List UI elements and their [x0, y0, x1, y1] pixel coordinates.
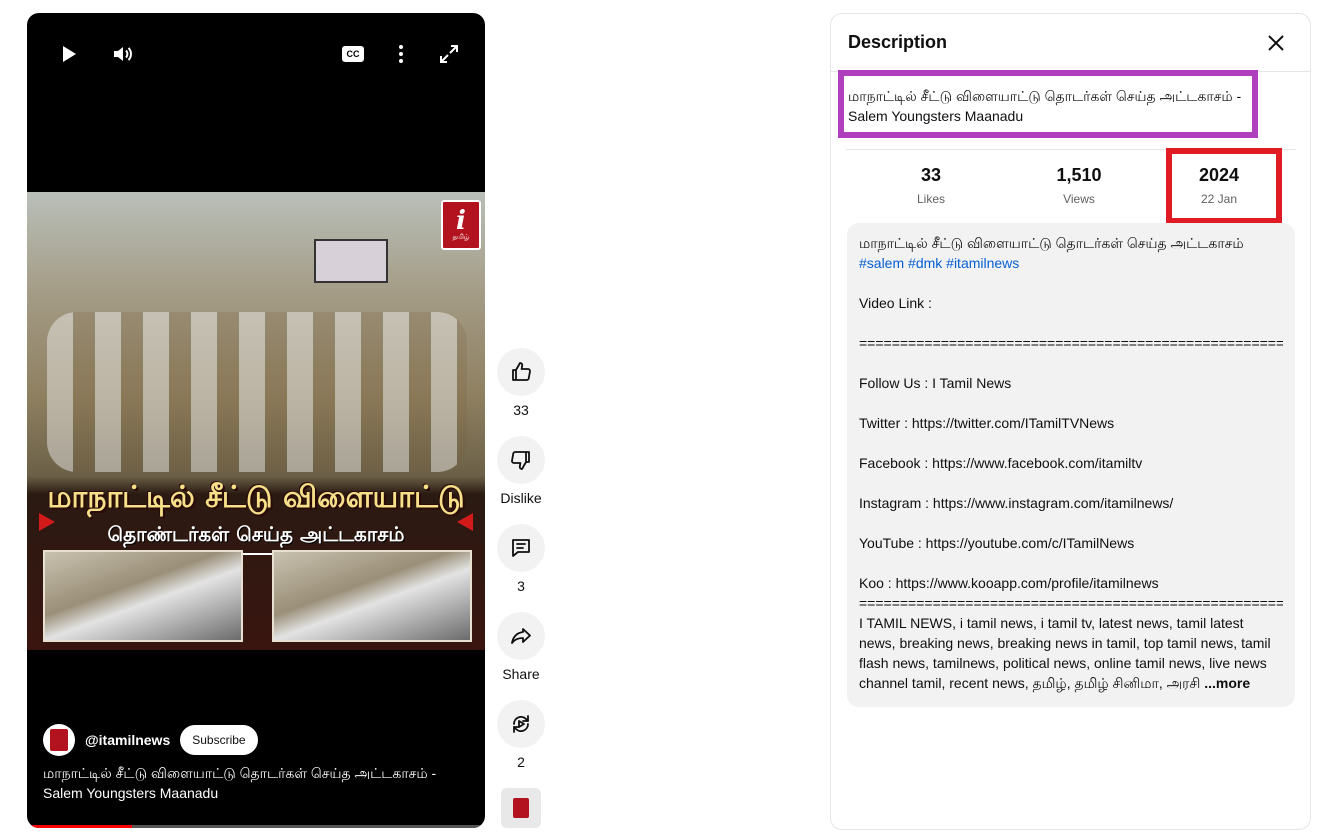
comment-icon [512, 539, 530, 557]
share-icon [511, 628, 531, 644]
remix-icon [513, 715, 529, 733]
more-vert-icon[interactable] [388, 41, 414, 67]
like-button[interactable] [497, 348, 545, 396]
video-link-line: Video Link : [859, 295, 932, 311]
follow-line: Follow Us : I Tamil News [859, 375, 1012, 391]
views-value: 1,510 [1056, 165, 1102, 185]
dislike-action: Dislike [497, 436, 545, 506]
hashtag-dmk[interactable]: #dmk [908, 255, 942, 271]
inset-photo-left [43, 550, 243, 642]
keywords-line: I TAMIL NEWS, i tamil news, i tamil tv, … [859, 613, 1283, 693]
share-label: Share [502, 666, 540, 682]
like-count: 33 [513, 402, 529, 418]
youtube-line[interactable]: YouTube : https://youtube.com/c/ITamilNe… [859, 533, 1283, 553]
share-button[interactable] [497, 612, 545, 660]
shorts-player[interactable]: CC i தமிழ் மாநாட்டில் சீட்டு விளையாட்டு … [27, 13, 485, 828]
channel-thumbnail[interactable] [501, 788, 541, 828]
panel-title: Description [848, 32, 948, 52]
koo-line[interactable]: Koo : https://www.kooapp.com/profile/ita… [859, 573, 1283, 593]
views-stat: 1,510 Views [1024, 165, 1134, 206]
crowd-scene [47, 312, 467, 472]
comments-button[interactable] [497, 524, 545, 572]
video-frame: i தமிழ் மாநாட்டில் சீட்டு விளையாட்டு தொண… [27, 192, 485, 650]
progress-fill [27, 825, 133, 828]
channel-handle[interactable]: @itamilnews [85, 732, 170, 748]
likes-label: Likes [916, 192, 945, 206]
description-body[interactable]: மாநாட்டில் சீட்டு விளையாட்டு தொடர்கள் செ… [847, 223, 1295, 707]
like-action: 33 [497, 348, 545, 418]
channel-watermark-logo: i தமிழ் [441, 200, 481, 250]
dislike-button[interactable] [497, 436, 545, 484]
share-action: Share [497, 612, 545, 682]
volume-icon[interactable] [110, 41, 136, 67]
more-button[interactable]: ...more [1204, 675, 1250, 691]
comment-count: 3 [517, 578, 525, 594]
separator-line-2: ========================================… [859, 595, 1283, 611]
facebook-line[interactable]: Facebook : https://www.facebook.com/itam… [859, 453, 1283, 473]
description-panel: Description மாநாட்டில் சீட்டு விளையாட்டு… [830, 13, 1311, 830]
description-first-line: மாநாட்டில் சீட்டு விளையாட்டு தொடர்கள் செ… [859, 233, 1283, 273]
progress-bar[interactable] [27, 825, 485, 828]
play-icon[interactable] [55, 41, 81, 67]
video-title[interactable]: மாநாட்டில் சீட்டு விளையாட்டு தொடர்கள் செ… [43, 763, 443, 803]
cc-label: CC [346, 49, 360, 59]
remix-button[interactable] [497, 700, 545, 748]
date-highlight-box [1166, 148, 1282, 224]
thumbs-up-icon [512, 362, 531, 381]
close-icon[interactable] [1264, 31, 1288, 55]
views-label: Views [1063, 192, 1095, 206]
hashtag-salem[interactable]: #salem [859, 255, 904, 271]
comments-action: 3 [497, 524, 545, 594]
closed-captions-button[interactable]: CC [340, 41, 366, 67]
channel-row: @itamilnews Subscribe [43, 724, 258, 756]
dislike-label: Dislike [500, 490, 542, 506]
description-video-title: மாநாட்டில் சீட்டு விளையாட்டு தொடர்கள் செ… [838, 70, 1258, 138]
inset-photo-right [272, 550, 472, 642]
stage-screen [314, 239, 388, 283]
remix-count: 2 [517, 754, 525, 770]
likes-value: 33 [920, 165, 942, 185]
remix-action: 2 [497, 700, 545, 770]
likes-stat: 33 Likes [876, 165, 986, 206]
twitter-line[interactable]: Twitter : https://twitter.com/ITamilTVNe… [859, 413, 1283, 433]
panel-header: Description [831, 14, 1310, 72]
hashtag-itamilnews[interactable]: #itamilnews [946, 255, 1019, 271]
instagram-line[interactable]: Instagram : https://www.instagram.com/it… [859, 493, 1283, 513]
thumbnail-headline: மாநாட்டில் சீட்டு விளையாட்டு [47, 480, 465, 515]
separator-line: ========================================… [859, 335, 1283, 351]
description-text: மாநாட்டில் சீட்டு விளையாட்டு தொடர்கள் செ… [859, 235, 1244, 251]
thumbs-down-icon [511, 451, 530, 470]
channel-avatar[interactable] [43, 724, 75, 756]
fullscreen-icon[interactable] [436, 41, 462, 67]
subscribe-button[interactable]: Subscribe [180, 725, 258, 755]
